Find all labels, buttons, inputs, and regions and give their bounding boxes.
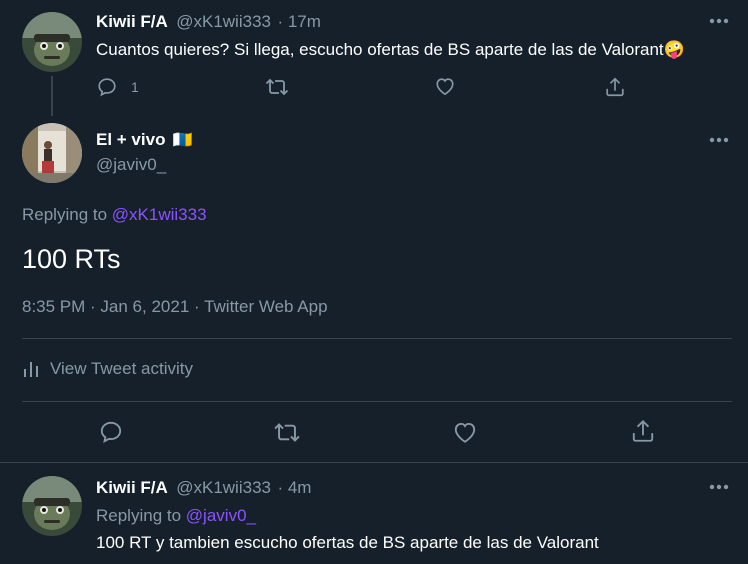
replying-prefix: Replying to <box>22 205 108 224</box>
divider <box>0 462 748 463</box>
share-icon <box>630 418 656 444</box>
tweet-header: Kiwii F/A @xK1wii333 · 4m <box>96 478 311 498</box>
like-icon <box>452 420 478 444</box>
share-button[interactable] <box>604 76 626 98</box>
reply-icon <box>98 419 124 445</box>
retweet-button[interactable] <box>265 76 289 98</box>
reply-button[interactable]: 1 <box>96 76 139 98</box>
avatar[interactable] <box>22 12 82 72</box>
like-icon <box>434 76 456 96</box>
divider <box>22 401 732 402</box>
more-icon[interactable] <box>708 480 730 499</box>
tweet-text-container: Cuantos quieres? Si llega, escucho ofert… <box>96 40 685 60</box>
share-button[interactable] <box>630 418 656 444</box>
replying-to-link[interactable]: @javiv0_ <box>186 506 256 525</box>
view-tweet-activity-button[interactable]: View Tweet activity <box>22 359 193 379</box>
replying-to: Replying to @xK1wii333 <box>22 205 207 225</box>
like-button[interactable] <box>434 76 456 96</box>
display-name[interactable]: Kiwii F/A <box>96 12 168 31</box>
reply-button[interactable] <box>98 419 124 445</box>
replying-prefix: Replying to <box>96 506 182 525</box>
share-icon <box>604 76 626 98</box>
retweet-button[interactable] <box>273 420 301 445</box>
avatar[interactable] <box>22 123 82 183</box>
more-icon[interactable] <box>708 14 730 33</box>
replying-to: Replying to @javiv0_ <box>96 506 256 526</box>
user-handle[interactable]: @xK1wii333 <box>176 12 271 31</box>
tweet-timestamp[interactable]: 8:35 PM · Jan 6, 2021 · Twitter Web App <box>22 297 328 317</box>
more-icon[interactable] <box>708 133 730 152</box>
reply-icon <box>96 76 118 98</box>
activity-label: View Tweet activity <box>50 359 193 378</box>
thread-line <box>51 76 53 116</box>
replying-to-link[interactable]: @xK1wii333 <box>112 205 207 224</box>
emoji: 🤪 <box>663 40 685 59</box>
tweet-text: Cuantos quieres? Si llega, escucho ofert… <box>96 40 664 59</box>
retweet-icon <box>273 420 301 445</box>
flag-emoji: 🇮🇨 <box>172 132 193 149</box>
tweet-header: El + vivo 🇮🇨 <box>96 130 193 150</box>
tweet-text: 100 RTs <box>22 244 121 274</box>
retweet-icon <box>265 76 289 98</box>
avatar[interactable] <box>22 476 82 536</box>
display-name[interactable]: El + vivo <box>96 130 165 149</box>
activity-icon <box>22 359 40 379</box>
display-name[interactable]: Kiwii F/A <box>96 478 168 497</box>
tweet-time[interactable]: · 17m <box>277 12 320 31</box>
tweet-header: Kiwii F/A @xK1wii333 · 17m <box>96 12 321 32</box>
user-handle[interactable]: @javiv0_ <box>96 155 166 175</box>
user-handle[interactable]: @xK1wii333 <box>176 478 271 497</box>
reply-count: 1 <box>131 79 139 95</box>
like-button[interactable] <box>452 420 478 444</box>
divider <box>22 338 732 339</box>
tweet-time[interactable]: · 4m <box>277 478 311 497</box>
tweet-text: 100 RT y tambien escucho ofertas de BS a… <box>96 533 599 552</box>
